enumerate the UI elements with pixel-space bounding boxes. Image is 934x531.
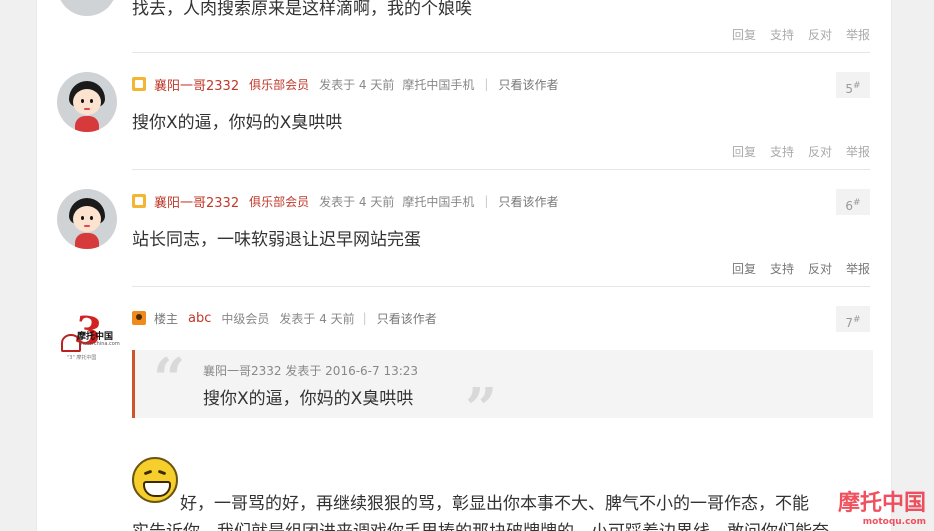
member-badge-icon (132, 194, 146, 208)
reply-link[interactable]: 回复 (732, 143, 756, 160)
avatar-mouth (84, 108, 90, 110)
reply-link[interactable]: 回复 (732, 260, 756, 277)
post-divider (132, 286, 870, 287)
floor-hash: # (853, 198, 861, 208)
post-actions: 回复 支持 反对 举报 (718, 26, 870, 43)
post-actions: 回复 支持 反对 举报 (718, 143, 870, 160)
post-meta: 襄阳一哥2332 俱乐部会员 发表于 4 天前 摩托中国手机 | 只看该作者 (132, 75, 558, 94)
username-link[interactable]: abc (188, 311, 211, 326)
floor-number-value: 6 (845, 199, 854, 213)
only-author-link[interactable]: 只看该作者 (498, 193, 558, 210)
watermark-site: motoqu.com (862, 517, 926, 527)
floor-number-value: 5 (845, 82, 854, 96)
avatar[interactable] (57, 72, 117, 132)
reply-link[interactable]: 回复 (732, 26, 756, 43)
avatar-body (75, 116, 99, 132)
avatar-face (73, 206, 101, 232)
separator: | (362, 311, 367, 325)
site-logo-avatar[interactable]: 3 摩托中国 motorchina.com "3" 摩托中国 (59, 306, 120, 368)
quote-close-mark: ” (465, 376, 498, 442)
post-device-link[interactable]: 摩托中国手机 (402, 193, 474, 210)
avatar-body (75, 233, 99, 249)
post-content: 站长同志，一味软弱退让迟早网站完蛋 (132, 230, 421, 250)
user-rank[interactable]: 俱乐部会员 (249, 193, 309, 210)
reply-line-2: 实告诉你，我们就是组团进来调戏你手里捧的那块破牌牌的，小可踩着边界线，敢问你们能… (132, 517, 829, 531)
post-meta: 襄阳一哥2332 俱乐部会员 发表于 4 天前 摩托中国手机 | 只看该作者 (132, 192, 558, 211)
op-label: 楼主 (154, 311, 179, 326)
forum-thread: 找去，人肉搜索原来是这样滴啊，我的个娘唉 回复 支持 反对 举报 襄阳一哥233… (36, 0, 892, 531)
quote-meta[interactable]: 襄阳一哥2332 发表于 2016-6-7 13:23 (203, 362, 418, 379)
user-rank[interactable]: 中级会员 (221, 310, 269, 327)
member-badge-icon (132, 77, 146, 91)
emoji-eye (143, 469, 153, 476)
post-content: 搜你X的逼，你妈的X臭哄哄 (132, 113, 343, 133)
watermark-text: 摩托中国 (837, 491, 926, 516)
post-time: 发表于 4 天前 (319, 194, 395, 209)
post-5: 襄阳一哥2332 俱乐部会员 发表于 4 天前 摩托中国手机 | 只看该作者 5… (37, 52, 891, 169)
report-link[interactable]: 举报 (846, 260, 870, 277)
avatar[interactable] (57, 0, 117, 16)
poster-badge-icon (132, 311, 146, 325)
floor-number-value: 7 (845, 316, 854, 330)
only-author-link[interactable]: 只看该作者 (498, 76, 558, 93)
grin-emoji-icon (132, 457, 178, 503)
floor-number[interactable]: 7# (836, 306, 870, 332)
post-time: 发表于 4 天前 (279, 311, 355, 326)
avatar[interactable] (57, 189, 117, 249)
site-watermark: 摩托中国 motoqu.com (838, 485, 926, 527)
post-actions: 回复 支持 反对 举报 (718, 260, 870, 277)
emoji-eye (157, 469, 167, 476)
report-link[interactable]: 举报 (846, 26, 870, 43)
floor-number[interactable]: 5# (836, 72, 870, 98)
support-link[interactable]: 支持 (770, 26, 794, 43)
floor-hash: # (853, 81, 861, 91)
avatar-eye (90, 99, 93, 103)
quote-text: 搜你X的逼，你妈的X臭哄哄 (203, 389, 414, 409)
separator: | (484, 77, 489, 91)
only-author-link[interactable]: 只看该作者 (377, 310, 437, 327)
oppose-link[interactable]: 反对 (808, 26, 832, 43)
avatar-eye (81, 216, 84, 220)
floor-hash: # (853, 315, 861, 325)
logo-site: motorchina.com (79, 341, 120, 347)
oppose-link[interactable]: 反对 (808, 260, 832, 277)
username-link[interactable]: 襄阳一哥2332 (154, 75, 239, 94)
avatar-mouth (84, 225, 90, 227)
post-time: 发表于 4 天前 (319, 77, 395, 92)
logo-tagline: "3" 摩托中国 (67, 355, 97, 361)
support-link[interactable]: 支持 (770, 143, 794, 160)
reply-line-1: 好，一哥骂的好，再继续狠狠的骂，彰显出你本事不大、脾气不小的一哥作态，不能 (180, 494, 809, 514)
emoji-mouth (143, 481, 171, 497)
avatar-face (73, 89, 101, 115)
post-device-link[interactable]: 摩托中国手机 (402, 76, 474, 93)
username-link[interactable]: 襄阳一哥2332 (154, 192, 239, 211)
post-prev: 找去，人肉搜索原来是这样滴啊，我的个娘唉 回复 支持 反对 举报 (37, 0, 891, 55)
oppose-link[interactable]: 反对 (808, 143, 832, 160)
support-link[interactable]: 支持 (770, 260, 794, 277)
report-link[interactable]: 举报 (846, 143, 870, 160)
floor-number[interactable]: 6# (836, 189, 870, 215)
user-rank[interactable]: 俱乐部会员 (249, 76, 309, 93)
quote-open-mark: “ (153, 346, 186, 412)
separator: | (484, 194, 489, 208)
post-6: 襄阳一哥2332 俱乐部会员 发表于 4 天前 摩托中国手机 | 只看该作者 6… (37, 169, 891, 286)
avatar-eye (81, 99, 84, 103)
quote-block: “ ” 襄阳一哥2332 发表于 2016-6-7 13:23 搜你X的逼，你妈… (132, 346, 873, 442)
avatar-eye (90, 216, 93, 220)
post-content: 找去，人肉搜索原来是这样滴啊，我的个娘唉 (132, 0, 472, 19)
post-meta: 楼主 abc 中级会员 发表于 4 天前 | 只看该作者 (132, 310, 437, 326)
